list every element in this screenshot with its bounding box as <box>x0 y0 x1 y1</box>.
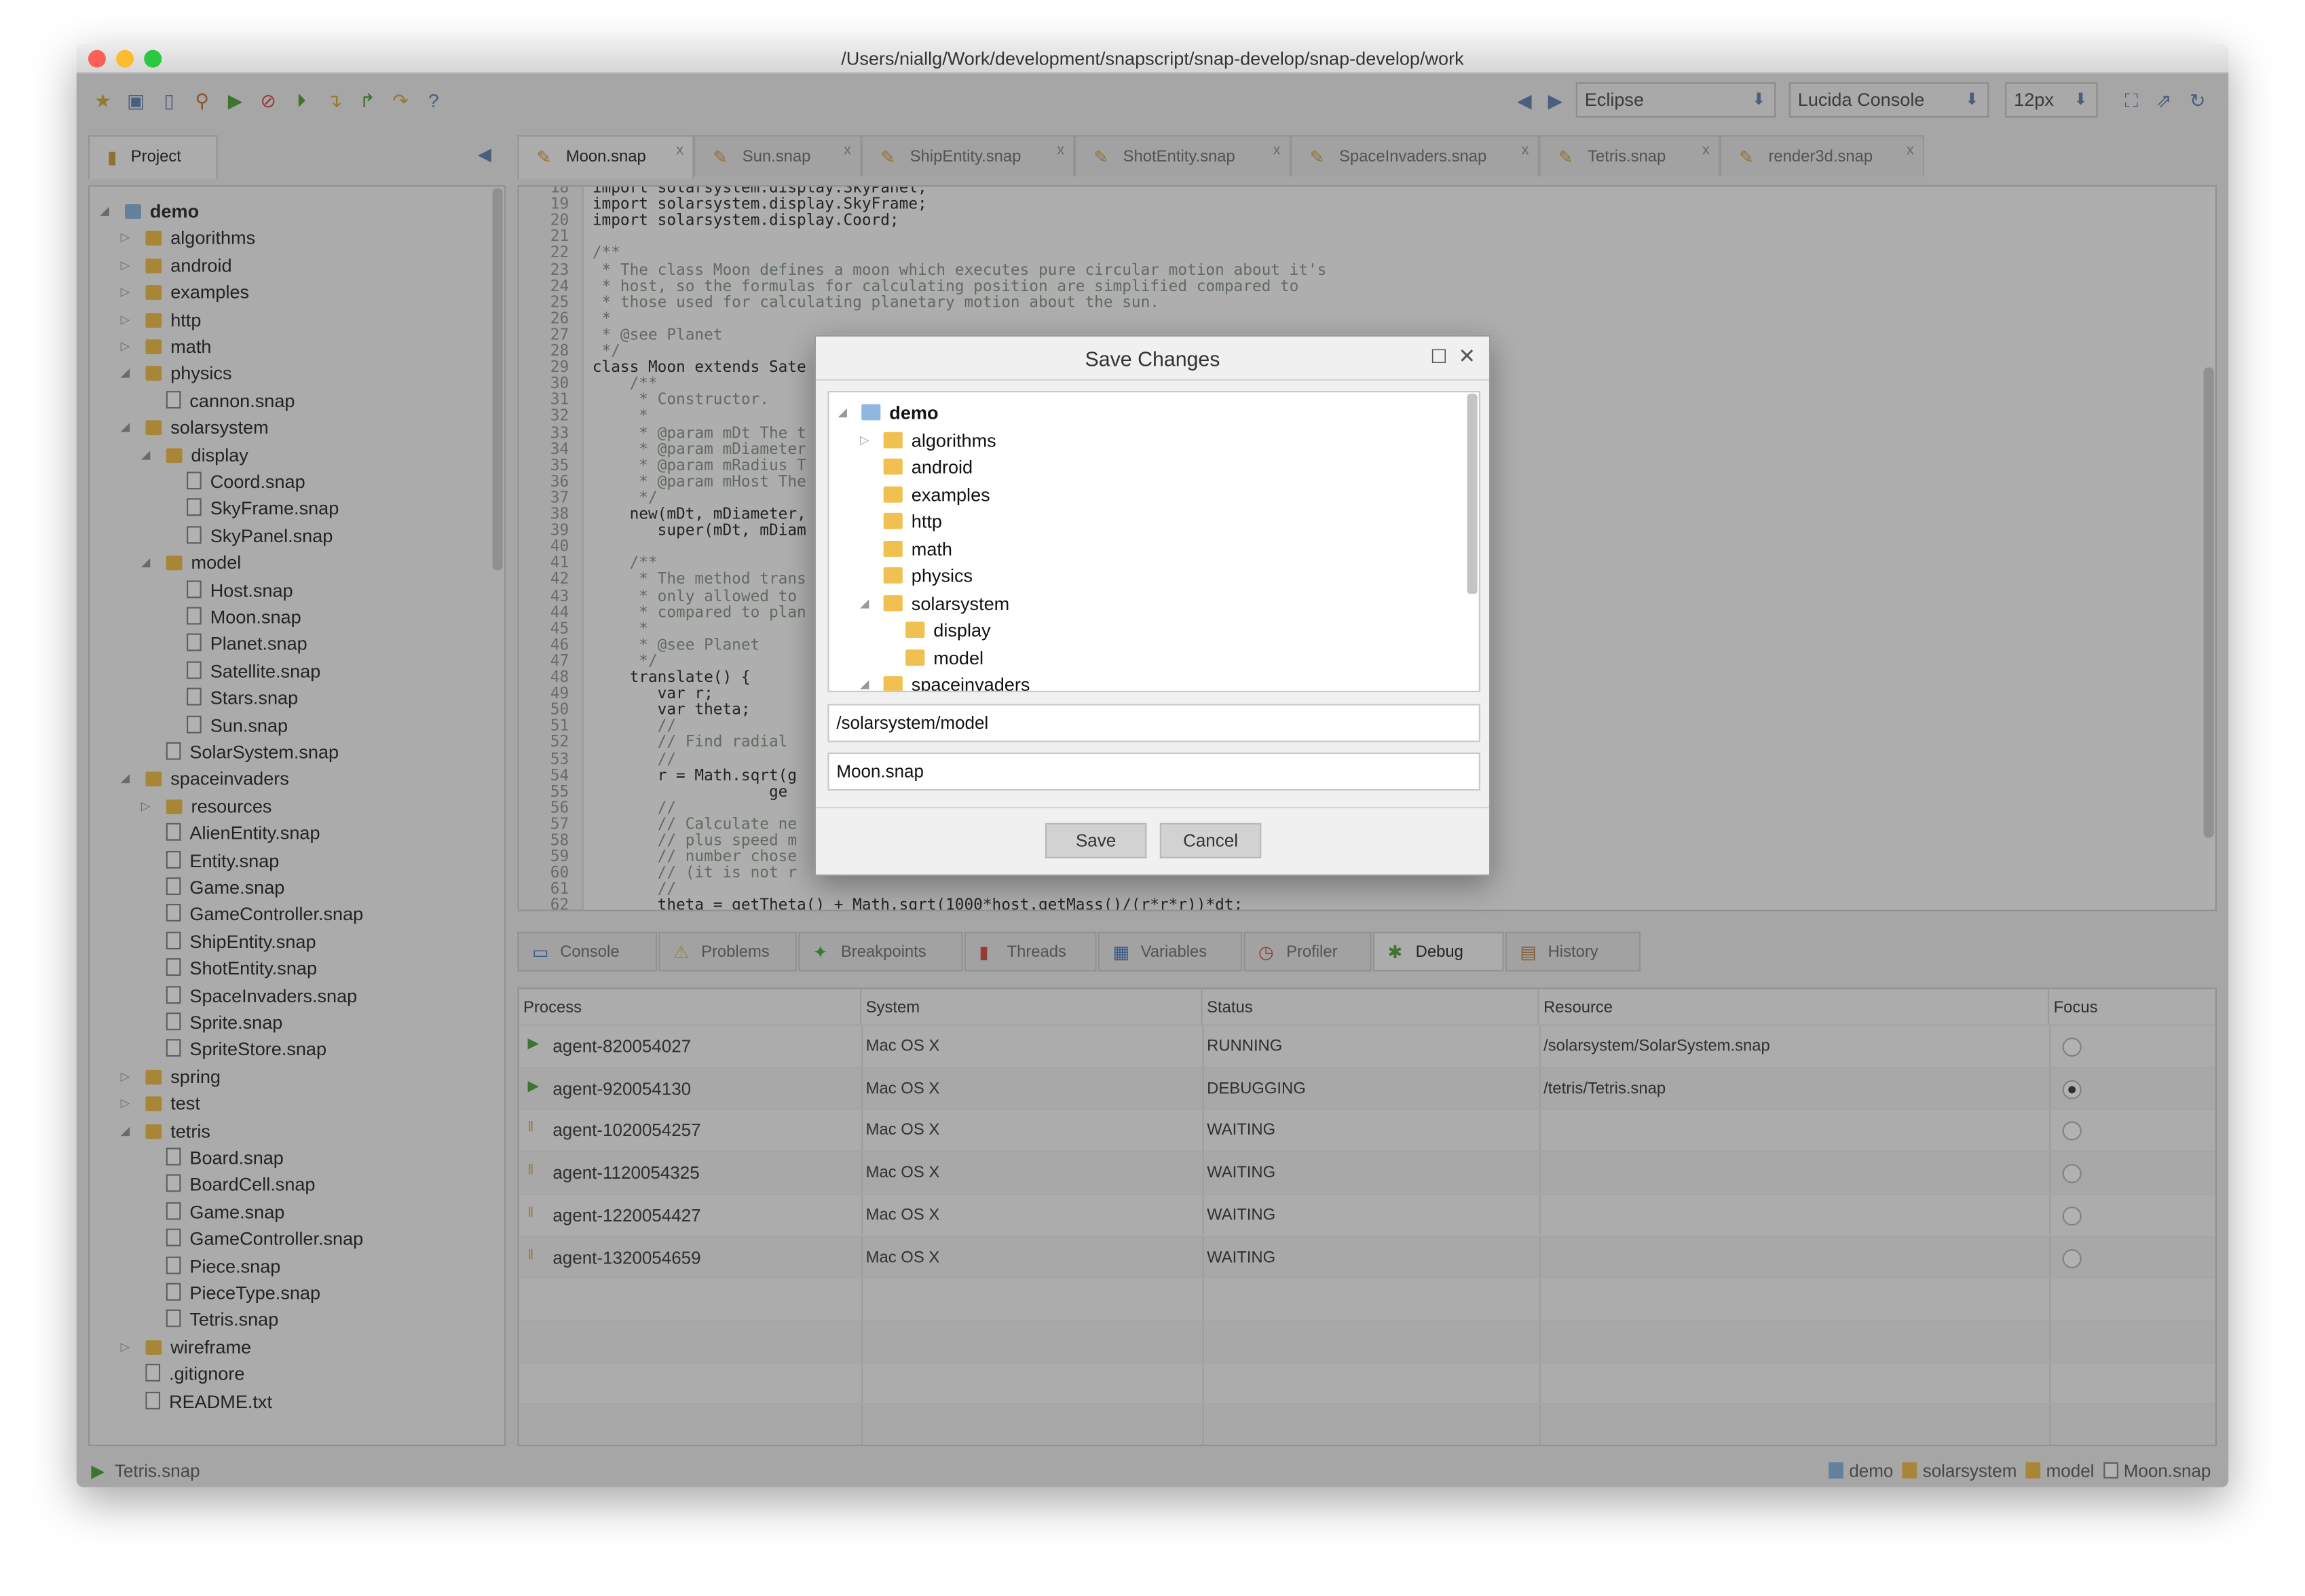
minimize-window-button[interactable] <box>116 50 134 68</box>
folder-icon <box>883 567 903 584</box>
tree-item[interactable]: physics <box>883 563 973 590</box>
tree-item-label: solarsystem <box>911 592 1010 614</box>
tree-item[interactable]: ◢ spaceinvaders <box>860 672 1030 693</box>
folder-icon <box>883 594 903 611</box>
tree-item[interactable]: ◢ demo <box>838 400 939 426</box>
save-button[interactable]: Save <box>1045 822 1147 858</box>
save-changes-dialog: Save Changes ☐ ✕ ◢ demo ▷ algorithms android… <box>814 335 1491 876</box>
dialog-title: Save Changes <box>816 337 1489 381</box>
tree-item-label: android <box>911 457 973 478</box>
tree-item-label: display <box>933 620 991 641</box>
tree-item[interactable]: ▷ algorithms <box>860 427 996 453</box>
title-bar: /Users/niallg/Work/development/snapscrip… <box>76 43 2229 74</box>
expanded-arrow-icon[interactable]: ◢ <box>860 672 869 691</box>
tree-item[interactable]: math <box>883 535 952 562</box>
project-folder-icon <box>861 404 881 421</box>
path-input[interactable]: /solarsystem/model <box>827 704 1480 742</box>
tree-item-label: http <box>911 511 942 533</box>
folder-icon <box>883 539 903 556</box>
tree-item-label: math <box>911 538 952 560</box>
close-icon[interactable]: ✕ <box>1458 344 1475 369</box>
tree-item-label: spaceinvaders <box>911 674 1030 693</box>
tree-item[interactable]: http <box>883 508 942 535</box>
cancel-button[interactable]: Cancel <box>1159 822 1262 858</box>
tree-item-label: algorithms <box>911 430 996 451</box>
folder-icon <box>883 676 903 691</box>
filename-input[interactable]: Moon.snap <box>827 752 1480 791</box>
folder-icon <box>905 622 925 638</box>
expanded-arrow-icon[interactable]: ◢ <box>860 590 869 617</box>
folder-tree: ◢ demo ▷ algorithms android examples http math p… <box>827 391 1480 693</box>
folder-icon <box>883 431 903 448</box>
tree-item-label: demo <box>889 402 939 423</box>
tree-item[interactable]: android <box>883 454 973 480</box>
tree-scrollbar[interactable] <box>1467 394 1478 594</box>
tree-item[interactable]: examples <box>883 481 990 508</box>
folder-icon <box>905 649 925 666</box>
tree-item-label: model <box>933 647 984 668</box>
window-title: /Users/niallg/Work/development/snapscrip… <box>841 48 1464 69</box>
collapsed-arrow-icon[interactable]: ▷ <box>860 427 869 453</box>
tree-item-label: examples <box>911 484 990 505</box>
expanded-arrow-icon[interactable]: ◢ <box>838 400 847 426</box>
zoom-window-button[interactable] <box>144 50 162 68</box>
tree-item[interactable]: ◢ solarsystem <box>860 590 1010 617</box>
tree-item-label: physics <box>911 565 973 587</box>
close-window-button[interactable] <box>88 50 106 68</box>
maximize-icon[interactable]: ☐ <box>1430 345 1447 369</box>
folder-icon <box>883 512 903 529</box>
folder-icon <box>883 458 903 475</box>
tree-item[interactable]: display <box>905 618 991 644</box>
tree-item[interactable]: model <box>905 645 983 671</box>
folder-icon <box>883 485 903 502</box>
